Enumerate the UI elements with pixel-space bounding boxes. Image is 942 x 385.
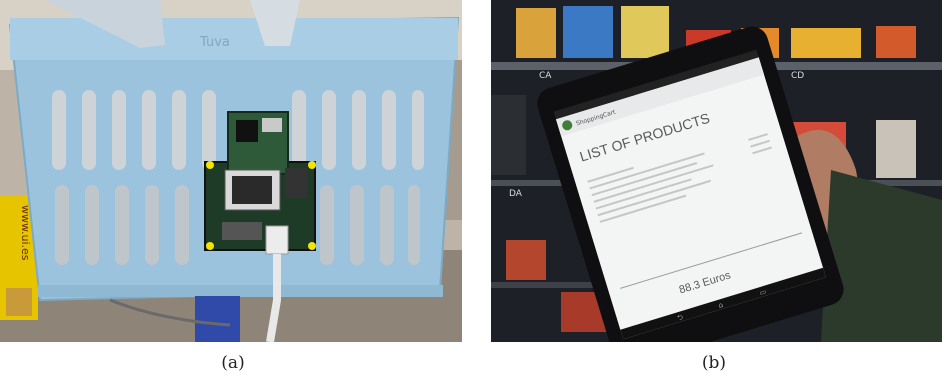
tablet-photo: CA CB CC CD DA DB ShoppingCart LIST OF P…: [491, 0, 942, 342]
shelf-code: CA: [539, 71, 552, 81]
photo-basket-panel: www.ui.es Tuva: [0, 0, 462, 342]
caption-b: (b): [701, 353, 727, 373]
basket-brand: Tuva: [199, 35, 230, 50]
basket-photo: www.ui.es Tuva: [0, 0, 462, 342]
shelf-code: DA: [509, 189, 523, 199]
caption-a: (a): [221, 353, 245, 373]
stand: [195, 296, 240, 342]
shelf-code: CD: [791, 71, 804, 81]
photo-tablet-panel: CA CB CC CD DA DB ShoppingCart LIST OF P…: [491, 0, 942, 342]
